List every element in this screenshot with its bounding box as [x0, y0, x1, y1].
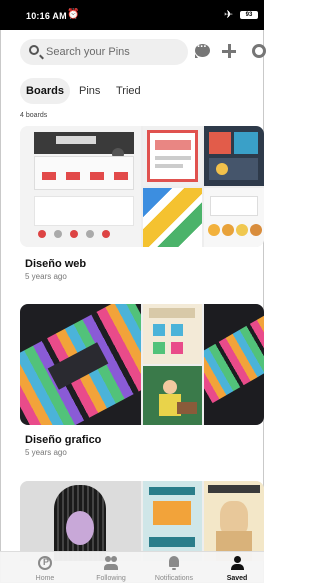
pin-thumbnail [143, 188, 202, 247]
pin-thumbnail [20, 304, 141, 425]
search-input[interactable] [46, 44, 181, 60]
nav-following[interactable]: Following [78, 552, 144, 583]
airplane-mode-icon: ✈ [224, 9, 234, 21]
nav-saved[interactable]: Saved [204, 552, 270, 583]
tab-pins[interactable]: Pins [79, 78, 100, 104]
status-time: 10:16 AM [26, 11, 67, 21]
nav-saved-label: Saved [226, 575, 248, 582]
search-icon [29, 45, 39, 55]
board-title[interactable]: Diseño grafico [25, 434, 101, 446]
alarm-clock-icon: ⏰ [67, 9, 80, 20]
board-age: 5 years ago [25, 272, 67, 281]
pin-thumbnail [20, 481, 141, 561]
nav-following-label: Following [96, 575, 126, 582]
pin-thumbnail [20, 126, 141, 247]
pin-thumbnail [204, 481, 264, 561]
battery-icon: 93 [240, 11, 258, 19]
gear-icon[interactable] [252, 42, 270, 60]
pin-thumbnail [143, 126, 202, 186]
pin-thumbnail [143, 304, 202, 364]
board-cover-collage[interactable] [20, 126, 264, 247]
board-age: 5 years ago [25, 448, 67, 457]
bell-icon [167, 556, 181, 570]
tab-boards[interactable]: Boards [20, 78, 70, 104]
people-icon [104, 556, 118, 570]
board-cover-collage[interactable] [20, 481, 264, 561]
pin-thumbnail [143, 366, 202, 425]
pinterest-logo-icon [38, 556, 52, 570]
nav-notifications-label: Notifications [154, 575, 194, 582]
search-bar[interactable] [20, 39, 188, 65]
boards-count: 4 boards [20, 112, 48, 119]
bottom-navigation: Home Following Notifications Saved [0, 551, 264, 583]
messages-button[interactable] [194, 41, 212, 60]
pin-thumbnail [204, 304, 264, 425]
pin-thumbnail [204, 188, 264, 247]
status-bar: 10:16 AM ⏰ ✈ 93 [0, 0, 264, 30]
person-icon [230, 556, 244, 570]
pin-thumbnail [204, 126, 264, 186]
tab-tried[interactable]: Tried [116, 78, 141, 104]
pin-thumbnail [143, 481, 202, 561]
plus-icon[interactable] [220, 42, 238, 60]
board-cover-collage[interactable] [20, 304, 264, 425]
nav-home-label: Home [35, 575, 55, 582]
nav-home[interactable]: Home [12, 552, 78, 583]
nav-notifications[interactable]: Notifications [141, 552, 207, 583]
board-title[interactable]: Diseño web [25, 258, 86, 270]
